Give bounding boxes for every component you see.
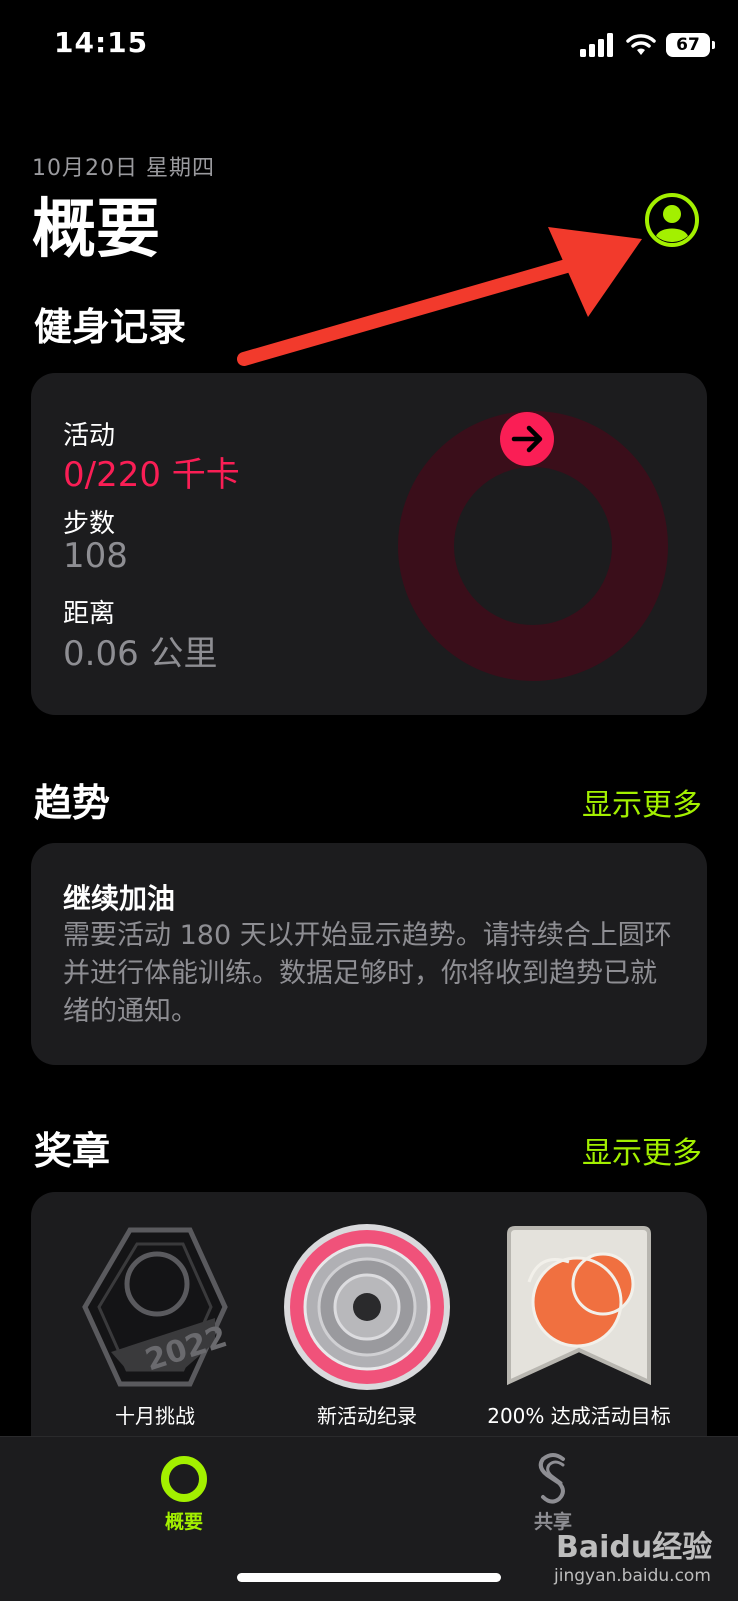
trends-section-title: 趋势 xyxy=(34,781,111,825)
award-item-new-move-record[interactable]: 新活动纪录 xyxy=(257,1222,477,1429)
fitness-card[interactable]: 活动 0/220 千卡 步数 108 距离 0.06 公里 xyxy=(31,373,707,715)
status-icons: 67 xyxy=(580,30,715,60)
watermark-brand: Baidu经验 xyxy=(556,1530,713,1565)
distance-label: 距离 xyxy=(63,599,116,629)
trends-show-more-link[interactable]: 显示更多 xyxy=(582,780,702,824)
award-label: 新活动纪录 xyxy=(317,1404,417,1428)
annotation-arrow xyxy=(237,227,642,366)
award-item-october-challenge[interactable]: 2022 十月挑战 xyxy=(45,1222,265,1429)
cellular-signal-icon xyxy=(580,33,613,57)
status-time: 14:15 xyxy=(54,26,149,59)
distance-value: 0.06 公里 xyxy=(63,634,218,674)
activity-ring[interactable] xyxy=(393,406,673,686)
trends-card-title: 继续加油 xyxy=(63,882,176,915)
trends-card-text: 需要活动 180 天以开始显示趋势。请持续合上圆环并进行体能训练。数据足够时，你… xyxy=(63,920,672,1027)
award-label: 十月挑战 xyxy=(115,1404,195,1428)
trends-card[interactable]: 继续加油 需要活动 180 天以开始显示趋势。请持续合上圆环并进行体能训练。数据… xyxy=(31,843,707,1065)
awards-section-title: 奖章 xyxy=(34,1129,111,1173)
battery-level: 67 xyxy=(676,35,700,55)
awards-show-more-link[interactable]: 显示更多 xyxy=(582,1128,702,1172)
activity-rings-icon xyxy=(161,1456,207,1502)
fitness-section-title: 健身记录 xyxy=(34,305,187,349)
sharing-icon xyxy=(538,1453,565,1504)
activity-value: 0/220 千卡 xyxy=(63,455,240,495)
move-record-medal-icon xyxy=(284,1224,450,1390)
award-label: 200% 达成活动目标 xyxy=(487,1404,671,1428)
hexagon-badge-icon: 2022 xyxy=(82,1227,231,1387)
home-indicator xyxy=(237,1573,501,1582)
tab-summary-label: 概要 xyxy=(164,1511,203,1533)
tab-summary[interactable]: 概要 xyxy=(134,1455,234,1534)
award-item-200-percent-move[interactable]: 200% 达成活动目标 xyxy=(469,1222,689,1429)
double-move-goal-badge-icon xyxy=(507,1226,651,1386)
awards-card: 2022 十月挑战 新活动纪录 200% 达成活动目标 xyxy=(31,1192,707,1452)
steps-label: 步数 xyxy=(63,509,116,539)
steps-value: 108 xyxy=(63,536,128,576)
wifi-icon xyxy=(626,34,656,55)
watermark-url: jingyan.baidu.com xyxy=(554,1566,711,1586)
profile-avatar-icon[interactable] xyxy=(644,192,700,248)
page-title: 概要 xyxy=(32,193,160,267)
battery-icon: 67 xyxy=(666,33,715,57)
